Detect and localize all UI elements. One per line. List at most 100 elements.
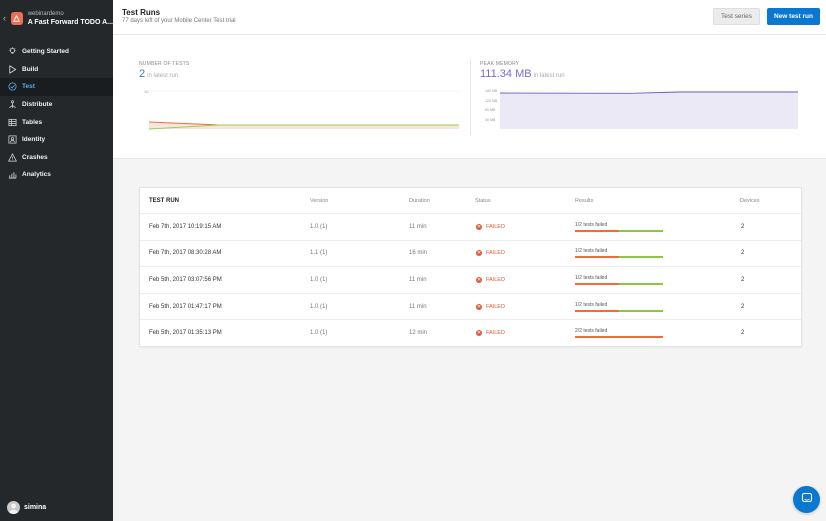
- trial-notice: 77 days left of your Mobile Center Test …: [122, 18, 236, 24]
- status-badge: ✕ FAILED: [476, 330, 505, 337]
- sidebar-item-getting-started[interactable]: Getting Started: [0, 43, 113, 61]
- results-cell: 1/2 tests failed: [575, 248, 663, 259]
- run-version: 1.1 (1): [310, 250, 328, 257]
- test-runs-table: TEST RUN Version Duration Status Results…: [139, 187, 802, 347]
- run-date: Feb 5th, 2017 01:35:13 PM: [149, 330, 222, 337]
- failed-bar-segment: [575, 336, 663, 339]
- run-date: Feb 5th, 2017 03:07:56 PM: [149, 276, 222, 283]
- run-date: Feb 5th, 2017 01:47:17 PM: [149, 303, 222, 310]
- run-duration: 12 min: [409, 330, 428, 337]
- sidebar-item-test[interactable]: Test: [0, 78, 113, 96]
- failed-bar-segment: [575, 309, 619, 312]
- table-row[interactable]: Feb 5th, 2017 01:47:17 PM 1.0 (1) 11 min…: [140, 292, 801, 320]
- col-header-status[interactable]: Status: [475, 198, 491, 204]
- run-duration: 16 min: [409, 250, 428, 257]
- results-text: 1/2 tests failed: [575, 301, 608, 308]
- sidebar-item-distribute[interactable]: Distribute: [0, 96, 113, 114]
- memory-area: [500, 92, 798, 129]
- play-icon: [8, 65, 17, 74]
- results-bar: [575, 229, 663, 232]
- col-header-devices[interactable]: Devices: [740, 198, 760, 204]
- status-text: FAILED: [486, 276, 505, 283]
- metrics-panel: NUMBER OF TESTS 2 in latest run 10 PEAK M…: [113, 35, 826, 159]
- status-text: FAILED: [486, 330, 505, 337]
- sidebar-item-label: Crashes: [22, 153, 48, 161]
- results-text: 1/2 tests failed: [575, 274, 608, 281]
- run-devices: 2: [741, 276, 745, 283]
- col-header-results[interactable]: Results: [575, 198, 593, 204]
- status-text: FAILED: [486, 223, 505, 230]
- results-cell: 1/2 tests failed: [575, 275, 663, 285]
- failed-bar-segment: [575, 256, 619, 259]
- failed-icon: ✕: [476, 276, 482, 283]
- col-header-test-run[interactable]: TEST RUN: [149, 198, 179, 204]
- memory-metric-value: 111.34 MB in latest run: [480, 68, 565, 80]
- sidebar-item-label: Getting Started: [22, 48, 69, 56]
- table-row[interactable]: Feb 5th, 2017 01:35:13 PM 1.0 (1) 12 min…: [140, 319, 801, 346]
- tests-count: 2: [139, 68, 146, 80]
- passed-bar-segment: [619, 229, 663, 232]
- results-bar: [575, 309, 663, 312]
- run-devices: 2: [741, 303, 745, 310]
- run-version: 1.0 (1): [310, 276, 328, 283]
- col-header-version[interactable]: Version: [310, 198, 328, 204]
- distribute-icon: [8, 100, 17, 109]
- test-series-button[interactable]: Test series: [713, 8, 760, 25]
- metrics-divider: [470, 59, 471, 135]
- results-text: 1/2 tests failed: [575, 248, 608, 255]
- memory-metric-label: PEAK MEMORY: [480, 61, 520, 67]
- table-row[interactable]: Feb 7th, 2017 10:19:15 AM 1.0 (1) 11 min…: [140, 213, 801, 240]
- sidebar-item-crashes[interactable]: Crashes: [0, 149, 113, 167]
- lightbulb-icon: [8, 47, 17, 56]
- run-devices: 2: [741, 223, 745, 230]
- app-owner: webinardemo: [27, 10, 64, 17]
- tests-metric-sub: in latest run: [147, 73, 179, 79]
- passed-bar-segment: [619, 309, 663, 312]
- sidebar-item-label: Test: [22, 83, 35, 91]
- app-logo-icon: [11, 11, 23, 25]
- failed-icon: ✕: [476, 303, 482, 310]
- sidebar-item-build[interactable]: Build: [0, 61, 113, 79]
- page-title: Test Runs: [122, 8, 161, 17]
- run-duration: 11 min: [409, 276, 427, 283]
- memory-axis-label: 120 MB: [485, 99, 498, 103]
- passed-bar-segment: [619, 256, 663, 259]
- sidebar: ‹ webinardemo A Fast Forward TODO A... G…: [0, 0, 113, 521]
- identity-icon: [8, 135, 17, 144]
- status-text: FAILED: [486, 250, 505, 257]
- memory-axis-label: 40 MB: [485, 118, 496, 122]
- memory-metric-sub: in latest run: [533, 73, 565, 79]
- results-bar: [575, 282, 663, 285]
- sidebar-item-label: Distribute: [22, 101, 53, 109]
- sidebar-item-label: Identity: [22, 136, 46, 144]
- results-cell: 2/2 tests failed: [575, 328, 663, 339]
- tests-metric-value: 2 in latest run: [139, 68, 178, 80]
- status-badge: ✕ FAILED: [476, 276, 505, 283]
- avatar: [7, 501, 20, 514]
- table-row[interactable]: Feb 7th, 2017 08:30:28 AM 1.1 (1) 16 min…: [140, 239, 801, 267]
- memory-trend-chart: 160 MB 120 MB 80 MB 40 MB: [485, 89, 798, 129]
- sidebar-item-tables[interactable]: Tables: [0, 113, 113, 131]
- status-badge: ✕ FAILED: [476, 223, 505, 230]
- chevron-left-icon[interactable]: ‹: [3, 13, 8, 23]
- chat-button[interactable]: [793, 486, 820, 513]
- results-bar: [575, 256, 663, 259]
- new-test-run-button[interactable]: New test run: [767, 8, 820, 25]
- check-circle-icon: [8, 82, 17, 91]
- failed-icon: ✕: [476, 330, 482, 337]
- failed-icon: ✕: [476, 223, 482, 230]
- sidebar-item-identity[interactable]: Identity: [0, 131, 113, 149]
- status-badge: ✕ FAILED: [476, 303, 505, 310]
- sidebar-item-analytics[interactable]: Analytics: [0, 166, 113, 184]
- user-menu[interactable]: simina: [7, 501, 46, 514]
- run-duration: 11 min: [409, 303, 427, 310]
- table-row[interactable]: Feb 5th, 2017 03:07:56 PM 1.0 (1) 11 min…: [140, 266, 801, 293]
- results-text: 1/2 tests failed: [575, 221, 608, 228]
- memory-axis-label: 80 MB: [485, 108, 496, 112]
- run-version: 1.0 (1): [310, 303, 328, 310]
- failed-icon: ✕: [476, 250, 482, 257]
- app-switcher[interactable]: ‹ webinardemo A Fast Forward TODO A...: [0, 0, 113, 36]
- results-cell: 1/2 tests failed: [575, 302, 663, 312]
- col-header-duration[interactable]: Duration: [409, 198, 430, 204]
- run-devices: 2: [741, 330, 745, 337]
